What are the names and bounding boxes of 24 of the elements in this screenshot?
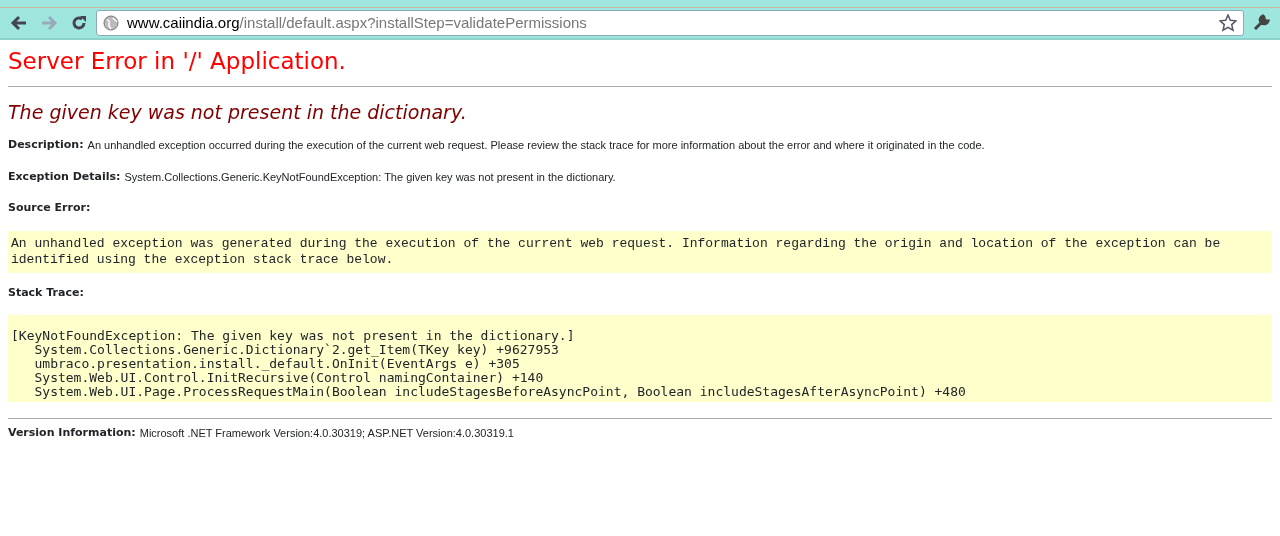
source-error-text: identified using the exception stack trace below. [11,251,395,268]
field-label: Description: [8,137,84,154]
stack-trace-line: [KeyNotFoundException: The given key was not present in the dictionary.] [11,329,576,344]
stack-trace-line: umbraco.presentation.install._default.OnInit(EventArgs e) +305 [33,357,521,372]
reload-icon [70,14,88,32]
field-text: An unhandled exception occurred during the execution of the current web request. Please review the stack trace for more information about the error and where it originated in the code. [87,138,985,154]
globe-icon [103,15,119,31]
section-heading: Stack Trace: [8,284,85,301]
right-arrow-icon [40,15,58,31]
error-message: The given key was not present in the dictionary. [8,100,468,124]
star-icon[interactable] [1219,14,1237,32]
address-bar[interactable]: www.caiindia.org/install/default.aspx?installStep=validatePermissions [96,10,1244,36]
field-label: Version Information: [8,425,136,442]
field-text: System.Collections.Generic.KeyNotFoundException: The given key was not present in the dictionary. [124,169,616,185]
stack-trace-line: System.Web.UI.Page.ProcessRequestMain(Boolean includeStagesBeforeAsyncPoint, Boolean includeStagesAfterAsyncPoint) +480 [33,385,967,400]
page-title: Server Error in '/' Application. [8,48,347,76]
url-text: www.caiindia.org/install/default.aspx?installStep=validatePermissions [127,12,588,33]
stack-trace-line: System.Collections.Generic.Dictionary`2.get_Item(TKey key) +9627953 [34,343,559,358]
section-heading: Source Error: [8,200,92,217]
field-text: Microsoft .NET Framework Version:4.0.30319; ASP.NET Version:4.0.30319.1 [139,426,514,442]
source-error-text: An unhandled exception was generated during the execution of the current web request. Information regarding the origin and location of the exception can be [11,235,1222,252]
stack-trace-line: System.Web.UI.Control.InitRecursive(Control namingContainer) +140 [33,371,544,386]
left-arrow-icon [10,15,28,31]
field-label: Exception Details: [8,168,121,185]
